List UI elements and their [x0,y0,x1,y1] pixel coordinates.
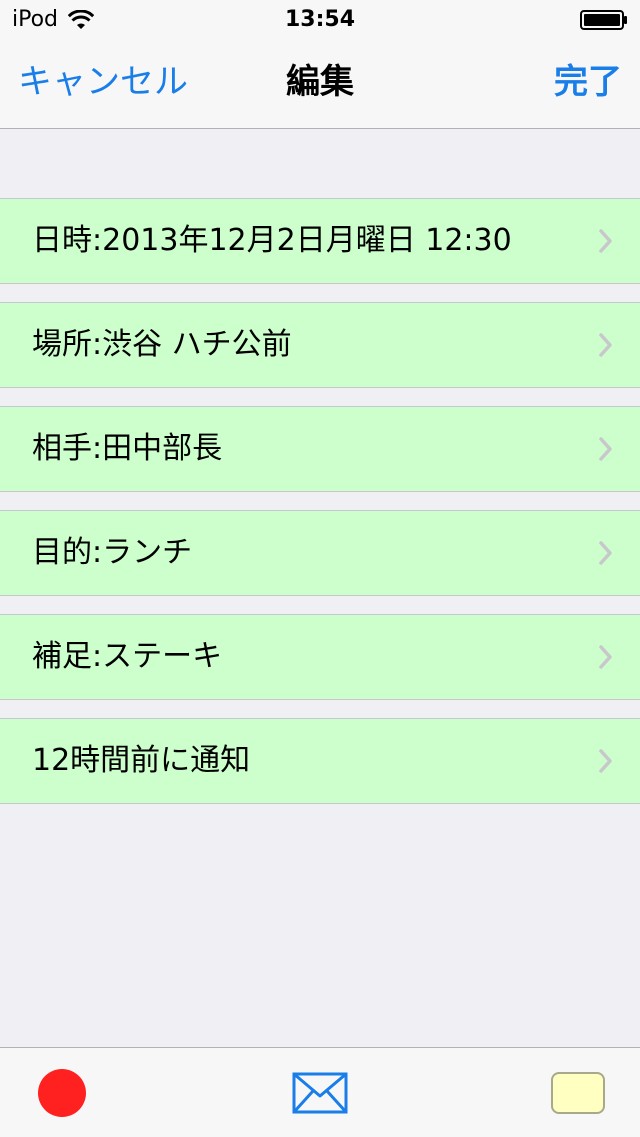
row-label: 補足:ステーキ [32,639,223,674]
chevron-right-icon [599,333,612,357]
row-label: 場所:渋谷 ハチ公前 [32,327,292,362]
navigation-bar: iPod 13:54 キャンセル 編集 完了 [0,0,640,129]
row-note[interactable]: 補足:ステーキ [0,614,640,700]
status-time: 13:54 [284,7,356,32]
row-label: 目的:ランチ [32,535,193,570]
chevron-right-icon [599,645,612,669]
chevron-right-icon [599,541,612,565]
note-icon[interactable] [551,1072,605,1114]
battery-icon [580,10,627,30]
row-datetime[interactable]: 日時:2013年12月2日月曜日 12:30 [0,198,640,284]
bottom-toolbar [0,1047,640,1137]
chevron-right-icon [599,437,612,461]
page-title: 編集 [286,62,354,102]
row-label: 日時:2013年12月2日月曜日 12:30 [32,223,512,258]
chevron-right-icon [599,229,612,253]
chevron-right-icon [599,749,612,773]
row-label: 12時間前に通知 [32,743,251,778]
row-label: 相手:田中部長 [32,431,223,466]
done-button[interactable]: 完了 [554,60,622,104]
mail-icon[interactable] [292,1072,348,1114]
row-place[interactable]: 場所:渋谷 ハチ公前 [0,302,640,388]
row-partner[interactable]: 相手:田中部長 [0,406,640,492]
row-purpose[interactable]: 目的:ランチ [0,510,640,596]
record-icon[interactable] [38,1069,86,1117]
row-notification[interactable]: 12時間前に通知 [0,718,640,804]
